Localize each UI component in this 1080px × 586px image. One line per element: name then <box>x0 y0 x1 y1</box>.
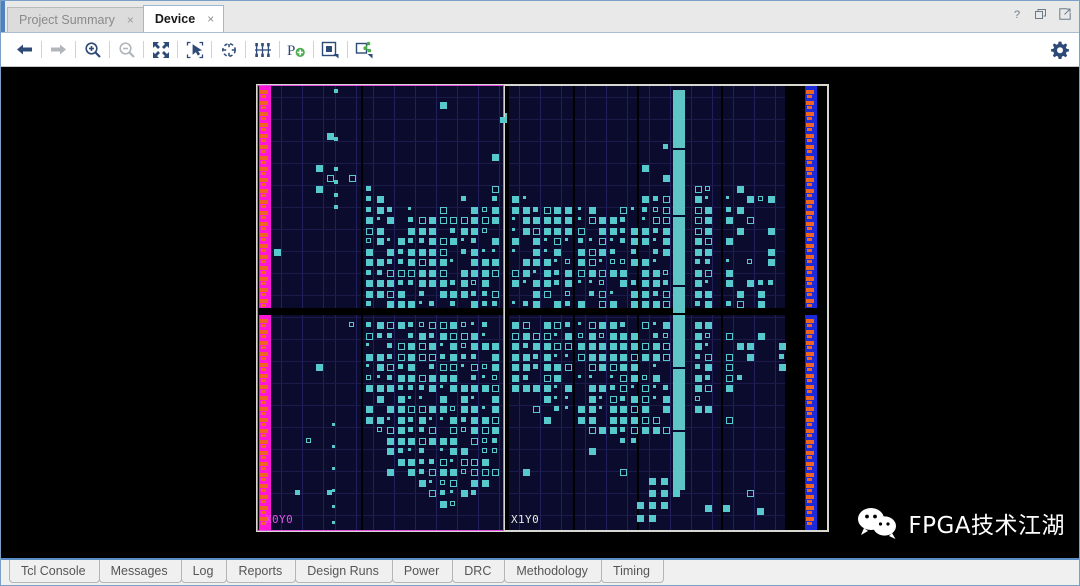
watermark: FPGA技术江湖 <box>857 506 1065 540</box>
device-canvas[interactable]: X0Y0X1Y0 FPGA技术江湖 <box>1 67 1079 558</box>
bottom-tab-label: Messages <box>111 564 168 578</box>
watermark-text: FPGA技术江湖 <box>908 506 1065 540</box>
zoom-area-icon <box>186 41 204 59</box>
toolbar-separator <box>211 41 212 58</box>
toolbar-separator <box>177 41 178 58</box>
float-window-icon[interactable] <box>1058 7 1071 20</box>
toolbar-separator <box>41 41 42 58</box>
bottom-tab-label: Design Runs <box>307 564 379 578</box>
bottom-tab-bar: Tcl Console Messages Log Reports Design … <box>1 558 1079 585</box>
bottom-tab-label: Methodology <box>516 564 588 578</box>
vivado-device-window: Project Summary × Device × ? <box>0 0 1080 586</box>
arrow-left-icon <box>16 42 33 57</box>
bottom-tab-methodology[interactable]: Methodology <box>504 560 602 583</box>
toolbar-separator <box>347 41 348 58</box>
back-button[interactable] <box>11 37 38 63</box>
close-icon[interactable]: × <box>126 14 135 26</box>
tab-device[interactable]: Device × <box>143 5 224 32</box>
zoom-in-icon <box>84 41 102 59</box>
bottom-tab-label: Reports <box>238 564 282 578</box>
slr-region-x0y0[interactable] <box>257 85 504 531</box>
close-icon[interactable]: × <box>206 13 215 25</box>
mark-nets-icon <box>355 41 374 59</box>
restore-icon[interactable] <box>1034 7 1047 20</box>
place-cell-icon: P <box>287 41 306 59</box>
routing-resources-button[interactable] <box>249 37 276 63</box>
toolbar-separator <box>313 41 314 58</box>
routing-resources-icon <box>254 41 272 59</box>
slr-region-x1y0[interactable] <box>504 85 828 531</box>
gear-icon <box>1051 41 1069 59</box>
svg-text:?: ? <box>1013 9 1019 20</box>
zoom-fit-button[interactable] <box>147 37 174 63</box>
tab-label: Device <box>155 12 195 26</box>
toolbar-separator <box>143 41 144 58</box>
bottom-tab-design-runs[interactable]: Design Runs <box>295 560 393 583</box>
bottom-tab-power[interactable]: Power <box>392 560 453 583</box>
window-buttons: ? <box>1010 7 1071 20</box>
zoom-in-button[interactable] <box>79 37 106 63</box>
zoom-out-icon <box>118 41 136 59</box>
help-icon[interactable]: ? <box>1010 7 1023 20</box>
bottom-tab-label: Power <box>404 564 439 578</box>
zoom-area-button[interactable] <box>181 37 208 63</box>
bottom-tab-tcl-console[interactable]: Tcl Console <box>9 560 100 583</box>
autofit-selection-icon <box>220 41 238 59</box>
autofit-button[interactable] <box>215 37 242 63</box>
selection-marker[interactable] <box>500 117 507 123</box>
forward-button[interactable] <box>45 37 72 63</box>
tab-project-summary[interactable]: Project Summary × <box>7 7 144 32</box>
toolbar-separator <box>279 41 280 58</box>
bottom-tab-reports[interactable]: Reports <box>226 560 296 583</box>
bottom-tab-label: Tcl Console <box>21 564 86 578</box>
settings-button[interactable] <box>1051 41 1069 59</box>
tab-strip: Project Summary × Device × ? <box>1 1 1079 33</box>
zoom-out-button[interactable] <box>113 37 140 63</box>
bottom-tab-messages[interactable]: Messages <box>99 560 182 583</box>
svg-text:P: P <box>287 43 295 59</box>
device-floorplan[interactable]: X0Y0X1Y0 <box>256 84 829 532</box>
device-toolbar: P <box>1 33 1079 67</box>
bottom-tab-label: Log <box>193 564 214 578</box>
bottom-tab-label: DRC <box>464 564 491 578</box>
mark-nets-button[interactable] <box>351 37 378 63</box>
highlight-icon <box>321 41 340 59</box>
highlight-button[interactable] <box>317 37 344 63</box>
place-cell-button[interactable]: P <box>283 37 310 63</box>
bottom-tab-log[interactable]: Log <box>181 560 228 583</box>
zoom-fit-icon <box>152 41 170 59</box>
bottom-tab-label: Timing <box>613 564 650 578</box>
bottom-tab-drc[interactable]: DRC <box>452 560 505 583</box>
toolbar-separator <box>109 41 110 58</box>
bottom-tab-timing[interactable]: Timing <box>601 560 664 583</box>
tab-label: Project Summary <box>19 13 115 27</box>
toolbar-separator <box>245 41 246 58</box>
wechat-icon <box>857 506 899 540</box>
toolbar-separator <box>75 41 76 58</box>
arrow-right-icon <box>50 42 67 57</box>
